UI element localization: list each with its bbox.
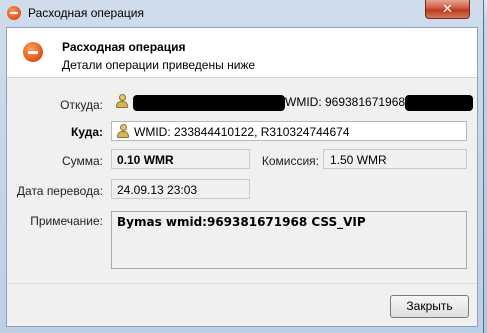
commission-field[interactable]: 1.50 WMR [323,149,467,169]
header-title: Расходная операция [62,40,186,54]
date-label: Дата перевода: [16,184,103,198]
to-label: Куда: [71,125,103,139]
commission-label: Комиссия: [261,154,319,168]
dialog-header: Расходная операция Детали операции приве… [7,28,477,78]
close-button[interactable]: Закрыть [390,295,469,318]
commission-value: 1.50 WMR [330,153,387,167]
redacted-purse [405,95,473,111]
note-label: Примечание: [30,214,103,228]
date-value: 24.09.13 23:03 [117,183,198,197]
to-value: WMID: 233844410122, R310324744674 [134,125,350,139]
dialog-window: Расходная операция ✕ Расходная операция … [0,0,484,333]
redacted-name [133,95,285,111]
from-label: Откуда: [60,98,103,112]
window-title: Расходная операция [28,6,144,20]
wmid-user-icon [117,124,129,139]
from-value: WMID: 969381671968, [285,95,409,109]
note-value: Bymas wmid:969381671968 CSS_VIP [117,215,366,229]
minus-circle-icon [23,42,43,62]
window-close-button[interactable]: ✕ [425,0,470,19]
amount-field[interactable]: 0.10 WMR [111,149,250,169]
footer-divider [7,283,477,284]
title-bar[interactable]: Расходная операция ✕ [0,0,483,27]
to-field[interactable]: WMID: 233844410122, R310324744674 [111,121,467,141]
date-field[interactable]: 24.09.13 23:03 [111,179,250,199]
header-subtitle: Детали операции приведены ниже [62,58,256,72]
minus-circle-icon [7,6,21,20]
from-field: WMID: 969381671968, [113,92,475,114]
note-field[interactable]: Bymas wmid:969381671968 CSS_VIP [111,211,467,269]
wmid-user-icon [116,94,128,109]
amount-value: 0.10 WMR [117,153,174,167]
amount-label: Сумма: [61,154,103,168]
dialog-client: Расходная операция Детали операции приве… [6,27,478,327]
